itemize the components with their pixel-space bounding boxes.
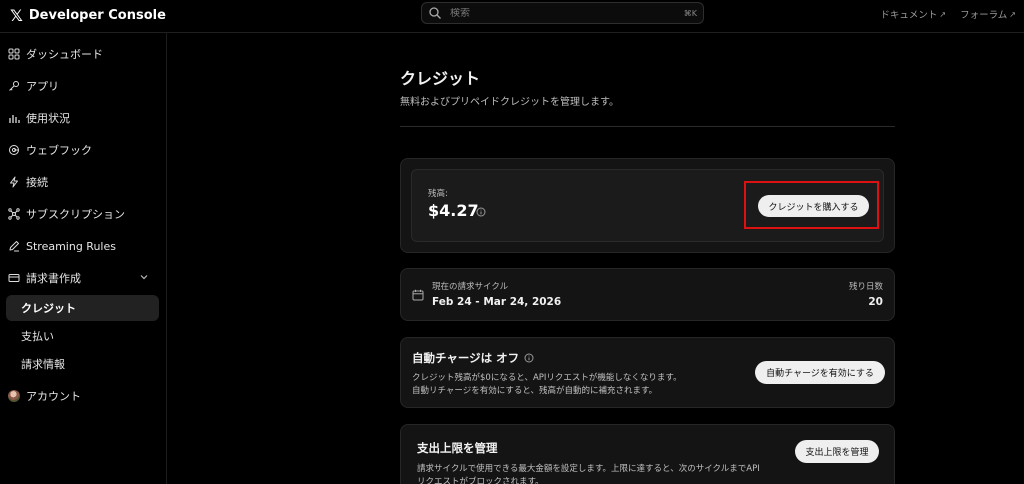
top-bar: 𝕏 Developer Console ⌘K ドキュメント↗ フォーラム↗ (0, 0, 1024, 33)
sidebar-item-usage[interactable]: 使用状況 (6, 105, 159, 131)
sidebar-item-apps[interactable]: アプリ (6, 73, 159, 99)
chevron-down-icon[interactable] (139, 272, 149, 282)
sidebar-item-label: サブスクリプション (26, 208, 125, 221)
top-links: ドキュメント ↗ フォーラム ↗ (880, 7, 1016, 22)
search-box[interactable]: ⌘K (421, 2, 704, 24)
subscription-icon (7, 207, 21, 221)
pencil-icon (7, 239, 21, 253)
sidebar-item-billing-info[interactable]: 請求情報 (6, 351, 159, 377)
bar-chart-icon (7, 111, 21, 125)
webhook-icon (7, 143, 21, 157)
sidebar-item-label: 請求書作成 (26, 272, 81, 285)
sidebar-item-label: ダッシュボード (26, 48, 103, 61)
auto-charge-description: クレジット残高が$0になると、APIリクエストが機能しなくなります。 自動リチャ… (412, 373, 682, 396)
days-remaining-value: 20 (868, 296, 883, 308)
auto-charge-title: 自動チャージは オフ (412, 351, 520, 365)
sidebar-item-dashboard[interactable]: ダッシュボード (6, 41, 159, 67)
sidebar-item-label: クレジット (21, 302, 76, 315)
divider (400, 126, 895, 127)
sidebar-item-label: 接続 (26, 176, 48, 189)
cycle-value: Feb 24 - Mar 24, 2026 (432, 296, 562, 308)
search-icon (429, 7, 441, 19)
billing-cycle-card: 現在の請求サイクル Feb 24 - Mar 24, 2026 残り日数 20 (400, 268, 895, 321)
sidebar-item-label: Streaming Rules (26, 239, 116, 253)
page-subtitle: 無料およびプリペイドクレジットを管理します。 (400, 97, 619, 108)
forum-link[interactable]: フォーラム ↗ (960, 7, 1016, 22)
sidebar-item-label: アプリ (26, 80, 59, 93)
search-shortcut: ⌘K (683, 8, 697, 18)
app-title: Developer Console (28, 8, 166, 23)
buy-credits-button[interactable]: クレジットを購入する (758, 195, 869, 217)
enable-auto-charge-button[interactable]: 自動チャージを有効にする (755, 361, 885, 384)
calendar-icon (412, 289, 424, 301)
sidebar-item-credits[interactable]: クレジット (6, 295, 159, 321)
balance-value: $4.27 (428, 201, 479, 220)
search-input[interactable] (450, 7, 684, 19)
balance-card: 残高: $4.27 クレジットを購入する (400, 158, 895, 253)
sidebar-item-label: 使用状況 (26, 112, 70, 125)
sidebar-item-label: 請求情報 (21, 358, 65, 371)
balance-label: 残高: (428, 189, 448, 199)
sidebar-item-webhooks[interactable]: ウェブフック (6, 137, 159, 163)
spend-limit-title: 支出上限を管理 (417, 441, 498, 455)
spend-limit-description: 請求サイクルで使用できる最大金額を設定します。上限に達すると、次のサイクルまでA… (417, 464, 760, 484)
sidebar-item-streaming-rules[interactable]: Streaming Rules (6, 233, 159, 259)
external-link-icon: ↗ (939, 9, 947, 19)
lightning-icon (7, 175, 21, 189)
cycle-label: 現在の請求サイクル (432, 282, 509, 292)
auto-charge-card: 自動チャージは オフ クレジット残高が$0になると、APIリクエストが機能しなく… (400, 337, 895, 408)
info-icon[interactable] (476, 207, 486, 217)
dashboard-icon (7, 47, 21, 61)
x-logo-icon: 𝕏 (10, 6, 23, 25)
sidebar-item-payments[interactable]: 支払い (6, 323, 159, 349)
docs-link[interactable]: ドキュメント ↗ (880, 7, 947, 22)
sidebar-item-label: ウェブフック (26, 144, 92, 157)
sidebar-item-subscriptions[interactable]: サブスクリプション (6, 201, 159, 227)
sidebar-item-account[interactable]: アカウント (6, 383, 159, 409)
info-icon[interactable] (524, 353, 534, 363)
spend-limit-card: 支出上限を管理 請求サイクルで使用できる最大金額を設定します。上限に達すると、次… (400, 424, 895, 484)
billing-icon (7, 271, 21, 285)
page-title: クレジット (400, 69, 481, 88)
balance-panel: 残高: $4.27 クレジットを購入する (411, 169, 884, 242)
manage-spend-limit-button[interactable]: 支出上限を管理 (795, 440, 879, 463)
days-remaining-label: 残り日数 (848, 282, 883, 292)
external-link-icon: ↗ (1009, 9, 1016, 19)
brand[interactable]: 𝕏 Developer Console (10, 6, 166, 26)
sidebar-item-connections[interactable]: 接続 (6, 169, 159, 195)
sidebar: ダッシュボード アプリ 使用状況 ウェブフック 接続 サブスクリプション Str… (0, 33, 167, 484)
sidebar-item-label: 支払い (21, 330, 54, 343)
key-icon (7, 79, 21, 93)
main-content: クレジット 無料およびプリペイドクレジットを管理します。 残高: $4.27 ク… (168, 33, 1024, 484)
avatar (8, 390, 20, 402)
sidebar-item-billing[interactable]: 請求書作成 (6, 265, 159, 291)
sidebar-item-label: アカウント (26, 390, 81, 403)
